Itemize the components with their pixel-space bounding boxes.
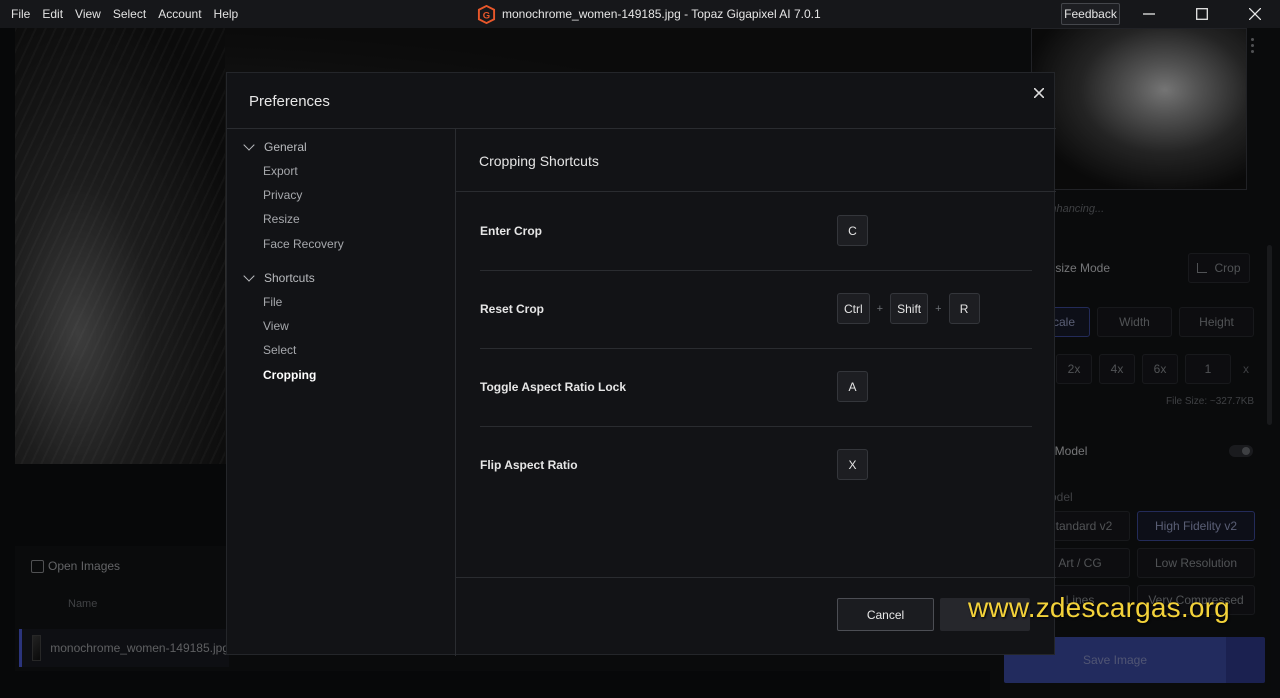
section-title: Cropping Shortcuts xyxy=(479,153,599,169)
svg-text:G: G xyxy=(483,10,490,21)
nav-group-shortcuts[interactable]: Shortcuts xyxy=(243,270,315,285)
nav-item-privacy[interactable]: Privacy xyxy=(263,188,302,202)
shortcut-keys: A xyxy=(837,371,868,402)
shortcut-keys: Ctrl + Shift + R xyxy=(837,293,980,324)
topaz-logo-icon: G xyxy=(477,4,496,24)
feedback-button[interactable]: Feedback xyxy=(1061,3,1120,25)
nav-item-export[interactable]: Export xyxy=(263,164,298,178)
close-icon xyxy=(1249,8,1261,20)
chevron-down-icon xyxy=(243,270,255,282)
nav-item-resize[interactable]: Resize xyxy=(263,212,300,226)
close-dialog-button[interactable] xyxy=(1029,83,1049,103)
nav-item-file[interactable]: File xyxy=(263,295,282,309)
shortcut-keys: C xyxy=(837,215,868,246)
menu-help[interactable]: Help xyxy=(214,7,239,21)
key-a[interactable]: A xyxy=(837,371,868,402)
key-x[interactable]: X xyxy=(837,449,868,480)
menu-bar: File Edit View Select Account Help xyxy=(0,0,239,28)
section-header: Cropping Shortcuts xyxy=(456,129,1056,192)
shortcut-label: Enter Crop xyxy=(480,224,543,238)
title-bar: File Edit View Select Account Help G mon… xyxy=(0,0,1280,28)
nav-item-view[interactable]: View xyxy=(263,319,289,333)
nav-group-label: General xyxy=(264,140,307,154)
cancel-button[interactable]: Cancel xyxy=(837,598,934,631)
window-title-text: monochrome_women-149185.jpg - Topaz Giga… xyxy=(502,7,821,21)
key-ctrl[interactable]: Ctrl xyxy=(837,293,870,324)
shortcut-keys: X xyxy=(837,449,868,480)
key-shift[interactable]: Shift xyxy=(890,293,929,324)
maximize-button[interactable] xyxy=(1179,0,1225,28)
shortcut-row-flip-aspect-ratio: Flip Aspect Ratio X xyxy=(480,427,1032,505)
shortcut-row-enter-crop: Enter Crop C xyxy=(480,193,1032,271)
nav-item-face-recovery[interactable]: Face Recovery xyxy=(263,237,344,251)
dialog-title: Preferences xyxy=(249,93,330,110)
maximize-icon xyxy=(1196,8,1208,20)
shortcut-label: Reset Crop xyxy=(480,302,545,316)
watermark-text: www.zdescargas.org xyxy=(968,592,1230,623)
preferences-dialog: Preferences General Export Privacy Resiz… xyxy=(226,72,1056,656)
close-icon xyxy=(1034,88,1044,98)
plus-separator: + xyxy=(935,302,942,315)
chevron-down-icon xyxy=(243,139,255,151)
dialog-footer: Cancel xyxy=(456,577,1056,656)
shortcut-row-reset-crop: Reset Crop Ctrl + Shift + R xyxy=(480,271,1032,349)
shortcut-row-toggle-aspect-ratio-lock: Toggle Aspect Ratio Lock A xyxy=(480,349,1032,427)
shortcut-label: Toggle Aspect Ratio Lock xyxy=(480,380,627,394)
dialog-header: Preferences xyxy=(227,73,1056,129)
nav-group-label: Shortcuts xyxy=(264,271,315,285)
menu-file[interactable]: File xyxy=(11,7,30,21)
nav-item-cropping[interactable]: Cropping xyxy=(263,368,316,382)
shortcut-label: Flip Aspect Ratio xyxy=(480,458,578,472)
key-c[interactable]: C xyxy=(837,215,868,246)
nav-item-select[interactable]: Select xyxy=(263,343,296,357)
minimize-icon xyxy=(1143,13,1155,15)
menu-select[interactable]: Select xyxy=(113,7,146,21)
close-window-button[interactable] xyxy=(1232,0,1278,28)
plus-separator: + xyxy=(876,302,884,315)
menu-edit[interactable]: Edit xyxy=(42,7,63,21)
nav-group-general[interactable]: General xyxy=(243,139,307,154)
menu-view[interactable]: View xyxy=(75,7,101,21)
menu-account[interactable]: Account xyxy=(158,7,201,21)
preferences-nav: General Export Privacy Resize Face Recov… xyxy=(227,129,456,656)
key-r[interactable]: R xyxy=(948,293,980,324)
window-title: G monochrome_women-149185.jpg - Topaz Gi… xyxy=(477,0,821,28)
minimize-button[interactable] xyxy=(1126,0,1172,28)
